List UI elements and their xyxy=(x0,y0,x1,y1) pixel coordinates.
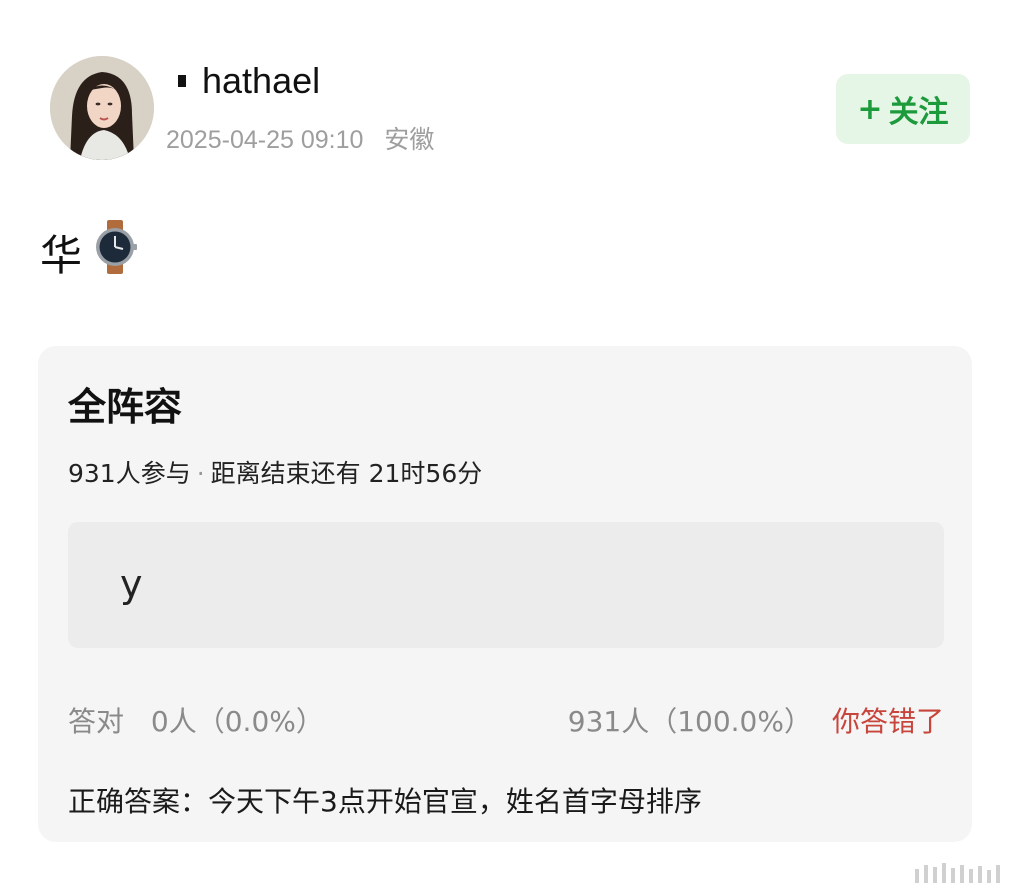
correct-answer: 正确答案：今天下午3点开始官宣，姓名首字母排序 xyxy=(68,785,702,818)
post-timestamp: 2025-04-25 09:10 xyxy=(166,126,364,154)
quiz-stats: 931人参与 · 距离结束还有 21时56分 xyxy=(68,454,482,490)
time-remaining: 距离结束还有 21时56分 xyxy=(210,459,483,488)
correct-label: 答对 xyxy=(68,705,125,738)
wrong-result: 931人（100.0%） 你答错了 xyxy=(568,700,944,740)
wristwatch-icon xyxy=(92,220,138,284)
username-text: hathael xyxy=(202,60,321,101)
participant-count: 931人参与 xyxy=(68,459,191,488)
stats-separator: · xyxy=(196,459,205,488)
username[interactable]: hathael xyxy=(178,60,320,102)
post-location: 安徽 xyxy=(384,126,435,154)
avatar[interactable] xyxy=(50,56,154,160)
watermark-icon xyxy=(910,863,1000,883)
bullet-icon xyxy=(178,75,186,87)
follow-label: 关注 xyxy=(888,95,949,130)
quiz-card: 全阵容 931人参与 · 距离结束还有 21时56分 y 答对 0人（0.0%） 9… xyxy=(38,346,972,842)
correct-count: 0人（0.0%） xyxy=(150,705,324,738)
plus-icon: + xyxy=(857,91,883,127)
quiz-option[interactable]: y xyxy=(68,522,944,648)
follow-button[interactable]: + 关注 xyxy=(836,74,970,144)
wrong-label: 你答错了 xyxy=(831,705,944,738)
correct-result: 答对 0人（0.0%） xyxy=(68,700,324,740)
quiz-option-text: y xyxy=(120,562,143,606)
quiz-title: 全阵容 xyxy=(68,385,183,429)
post-text: 华 xyxy=(40,230,83,280)
post-content: 华 xyxy=(40,220,138,284)
wrong-count: 931人（100.0%） xyxy=(567,705,812,738)
avatar-image xyxy=(50,56,154,160)
post-meta: 2025-04-25 09:10 安徽 xyxy=(166,120,434,156)
